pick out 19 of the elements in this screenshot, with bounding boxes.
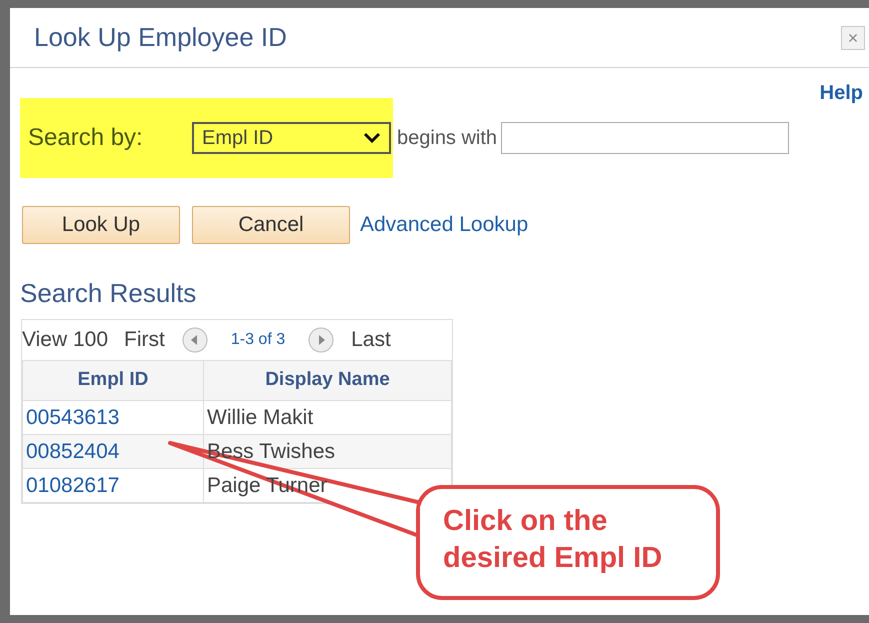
column-header[interactable]: Display Name [204,360,452,400]
chevron-down-icon [363,132,381,144]
advanced-lookup-link[interactable]: Advanced Lookup [360,209,528,241]
window-title: Look Up Employee ID [34,21,287,54]
action-button[interactable]: Look Up [22,206,180,244]
help-link[interactable]: Help [820,78,863,108]
first-label: First [124,327,165,354]
callout-text: Click on the desired Empl ID [443,504,662,576]
search-by-label: Search by: [28,123,144,153]
operator-label: begins with [397,126,498,151]
last-label: Last [351,327,391,354]
view-count-link[interactable]: View 100 [22,324,108,356]
search-input-field[interactable] [501,122,790,154]
action-button[interactable]: Cancel [192,206,350,244]
column-header[interactable]: Empl ID [22,360,204,400]
search-field-select[interactable]: Empl ID [192,122,391,154]
employee-id-link[interactable]: 01082617 [22,468,204,502]
range-text: 1-3 of 3 [230,330,286,350]
section-heading: Search Results [20,277,198,310]
